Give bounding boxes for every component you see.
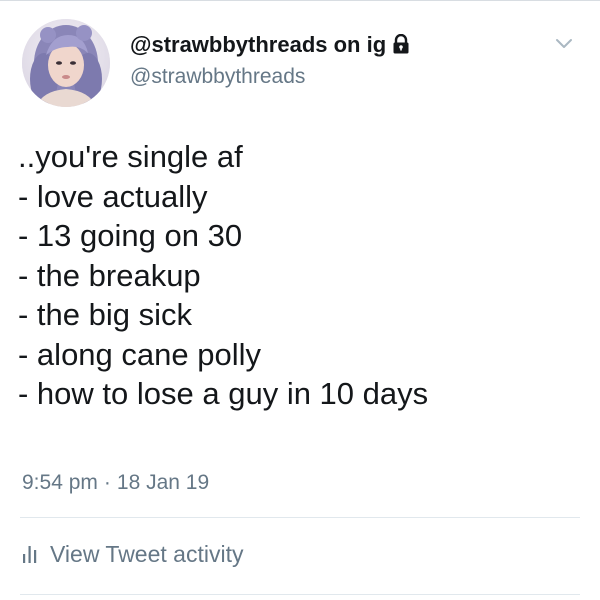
- lock-icon: [392, 33, 410, 61]
- handle[interactable]: @strawbbythreads: [130, 63, 410, 91]
- meta-separator: ·: [103, 471, 111, 494]
- tweet-line: - the big sick: [18, 297, 193, 332]
- chevron-down-icon[interactable]: [552, 31, 576, 55]
- tweet-date[interactable]: 18 Jan 19: [117, 471, 209, 494]
- display-name-text[interactable]: @strawbbythreads on ig: [130, 32, 386, 57]
- tweet-line: - 13 going on 30: [18, 218, 243, 253]
- tweet-line: - how to lose a guy in 10 days: [18, 376, 429, 411]
- divider: [20, 594, 580, 595]
- tweet-line: - along cane polly: [18, 336, 261, 372]
- tweet-text: ..you're single af - love actually - 13 …: [18, 137, 582, 414]
- tweet-card: @strawbbythreads on ig @strawbbythreads …: [0, 0, 600, 600]
- bar-chart-icon: [22, 543, 38, 570]
- tweet-line: ..you're single af: [18, 139, 243, 174]
- tweet-line: - the breakup: [18, 257, 201, 293]
- view-tweet-activity-label[interactable]: View Tweet activity: [50, 541, 243, 567]
- profile-photo-icon: [22, 19, 110, 107]
- avatar[interactable]: [22, 19, 110, 107]
- divider: [20, 517, 580, 518]
- view-tweet-activity-link[interactable]: View Tweet activity: [22, 541, 243, 570]
- tweet-time[interactable]: 9:54 pm: [22, 471, 98, 494]
- tweet-header: @strawbbythreads on ig @strawbbythreads: [22, 19, 582, 111]
- tweet-line: - love actually: [18, 178, 208, 214]
- display-name[interactable]: @strawbbythreads on ig: [130, 31, 410, 61]
- tweet-timestamp[interactable]: 9:54 pm · 18 Jan 19: [22, 471, 209, 495]
- author-names: @strawbbythreads on ig @strawbbythreads: [130, 31, 410, 91]
